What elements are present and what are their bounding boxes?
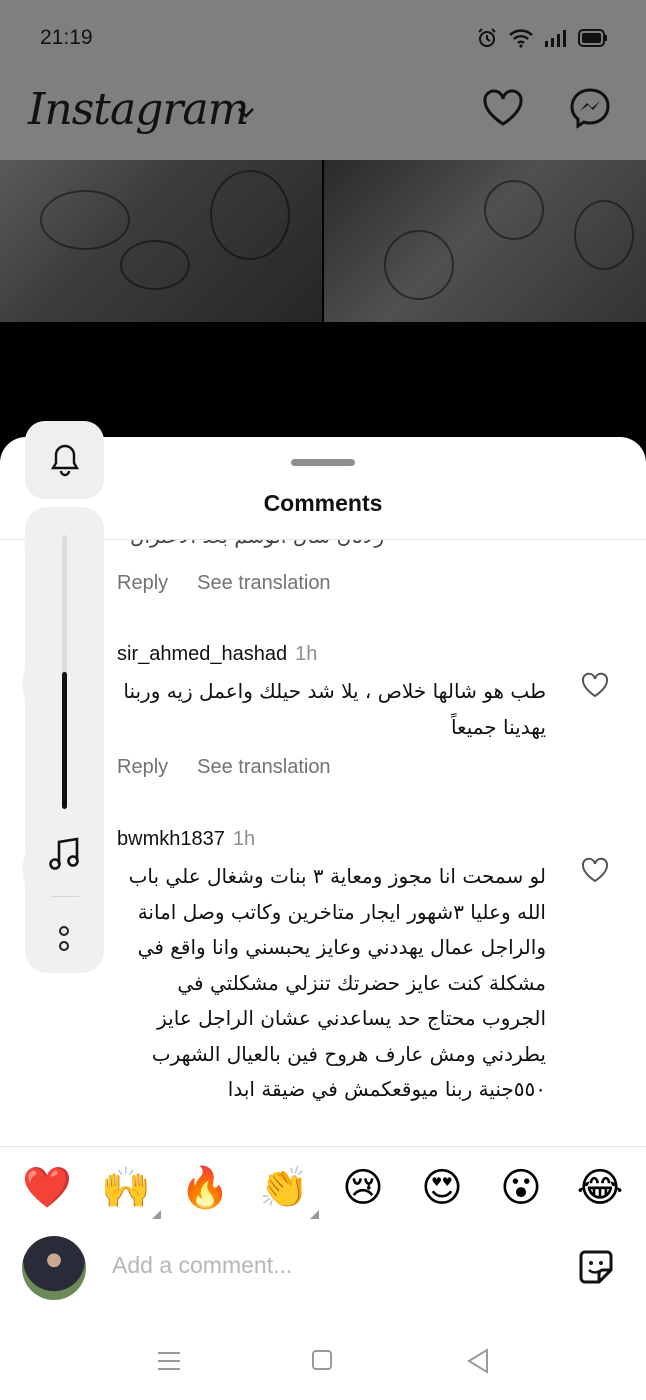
wifi-icon bbox=[509, 29, 533, 48]
reply-button[interactable]: Reply bbox=[117, 572, 168, 595]
signal-icon bbox=[545, 30, 566, 47]
home-button[interactable] bbox=[312, 1350, 332, 1370]
like-heart-icon[interactable] bbox=[580, 670, 610, 700]
volume-slider-fill bbox=[62, 672, 67, 809]
variants-indicator bbox=[152, 1210, 161, 1219]
emoji-reaction-bar: ❤️ 🙌 🔥 👏 😢 😍 😮 😂 bbox=[0, 1163, 646, 1219]
recent-apps-button[interactable] bbox=[158, 1352, 180, 1376]
emoji-glyph: 🙌 bbox=[101, 1165, 151, 1211]
chevron-down-icon[interactable] bbox=[236, 106, 256, 120]
like-heart-icon[interactable] bbox=[580, 855, 610, 885]
divider bbox=[51, 896, 79, 897]
messenger-icon[interactable] bbox=[568, 86, 612, 130]
emoji-tears-of-joy[interactable]: 😂 bbox=[575, 1163, 625, 1213]
emoji-clapping-hands[interactable]: 👏 bbox=[259, 1163, 319, 1219]
comment-header: bwmkh1837 1h bbox=[117, 828, 255, 851]
see-translation-button[interactable]: See translation bbox=[197, 572, 330, 595]
status-icons bbox=[476, 27, 608, 49]
comment-time: 1h bbox=[295, 643, 318, 665]
comment-text: لو سمحت انا مجوز ومعاية ٣ بنات وشغال علي… bbox=[128, 864, 546, 1101]
notification-toggle[interactable] bbox=[25, 421, 104, 499]
volume-panel bbox=[25, 507, 104, 973]
comment-actions: Reply See translation bbox=[117, 756, 331, 779]
post-photos bbox=[0, 160, 646, 440]
emoji-glyph: 👏 bbox=[259, 1165, 309, 1211]
emoji-heart-eyes[interactable]: 😍 bbox=[417, 1163, 467, 1213]
emoji-surprised-face[interactable]: 😮 bbox=[496, 1163, 546, 1213]
comment-text: طب هو شالها خلاص ، يلا شد حيلك واعمل زيه… bbox=[123, 679, 546, 739]
comment-username[interactable]: sir_ahmed_hashad bbox=[117, 643, 287, 665]
sticker-icon[interactable] bbox=[575, 1246, 617, 1288]
sheet-grabber[interactable] bbox=[291, 459, 355, 466]
see-translation-button[interactable]: See translation bbox=[197, 756, 330, 779]
back-icon[interactable] bbox=[466, 1348, 490, 1374]
comment-actions: Reply See translation bbox=[117, 572, 331, 595]
status-bar: 21:19 bbox=[0, 0, 646, 78]
status-time: 21:19 bbox=[40, 26, 93, 49]
reply-button[interactable]: Reply bbox=[117, 756, 168, 779]
comment-input[interactable]: Add a comment... bbox=[112, 1252, 292, 1279]
app-header: Instagram bbox=[0, 78, 646, 160]
emoji-raising-hands[interactable]: 🙌 bbox=[101, 1163, 161, 1219]
divider bbox=[0, 1146, 646, 1147]
comment-header: sir_ahmed_hashad 1h bbox=[117, 643, 317, 666]
emoji-fire[interactable]: 🔥 bbox=[180, 1163, 230, 1213]
current-user-avatar[interactable] bbox=[22, 1236, 86, 1300]
post-photo-right bbox=[324, 160, 646, 322]
volume-slider[interactable] bbox=[62, 535, 67, 809]
battery-icon bbox=[578, 29, 607, 47]
alarm-icon bbox=[478, 28, 496, 47]
comment-time: 1h bbox=[232, 828, 256, 850]
emoji-crying-face[interactable]: 😢 bbox=[338, 1163, 388, 1213]
bell-icon bbox=[50, 444, 79, 477]
music-note-icon[interactable] bbox=[45, 835, 83, 873]
variants-indicator bbox=[310, 1210, 319, 1219]
system-nav-bar bbox=[0, 1320, 646, 1400]
comment-text: رلانان سال الوسم بعد الاعتزال bbox=[130, 540, 384, 548]
comment-username[interactable]: bwmkh1837 bbox=[117, 828, 225, 850]
more-icon[interactable] bbox=[57, 926, 71, 956]
emoji-red-heart[interactable]: ❤️ bbox=[22, 1163, 72, 1213]
post-photo-left bbox=[0, 160, 322, 322]
instagram-logo[interactable]: Instagram bbox=[28, 84, 249, 135]
heart-icon[interactable] bbox=[481, 86, 525, 130]
